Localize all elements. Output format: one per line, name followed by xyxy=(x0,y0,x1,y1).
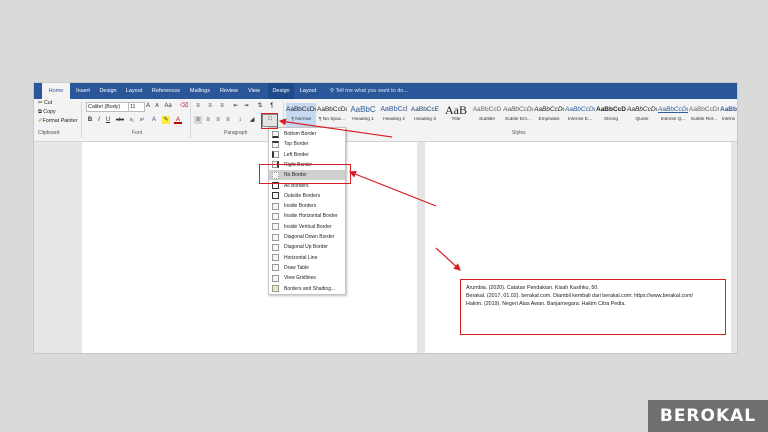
watermark-logo: BEROKAL xyxy=(648,400,768,432)
arrow-to-borders-button xyxy=(278,118,393,138)
arrow-to-no-border xyxy=(348,170,437,207)
annotation-arrows xyxy=(278,118,461,271)
arrow-to-references xyxy=(435,247,461,271)
